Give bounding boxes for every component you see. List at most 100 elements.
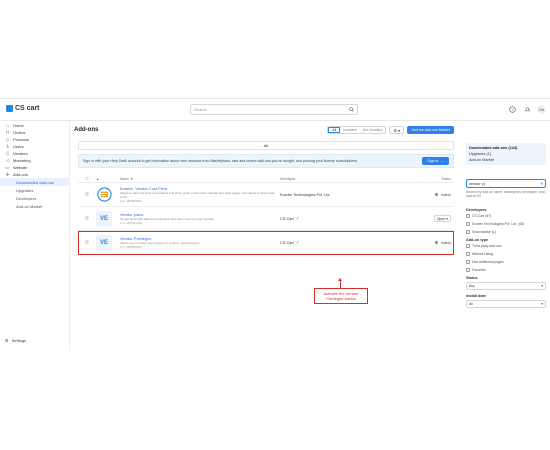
signin-notice: Sign in with your Help Desk account to g… xyxy=(78,154,454,168)
addon-name[interactable]: Vendor plans xyxy=(120,212,280,217)
cost-price-logo-icon xyxy=(96,187,112,202)
developer-name[interactable]: CS-Cart xyxy=(280,217,294,221)
sidebar-item-marketing[interactable]: ◁ Marketing xyxy=(0,157,69,164)
verified-check-icon: ✓ xyxy=(295,239,300,246)
bell-icon[interactable] xyxy=(523,105,532,114)
developer-name[interactable]: Ecarter Technologies Pvt. Ltd. xyxy=(280,193,330,197)
sidebar-item-users[interactable]: ♙ Users xyxy=(0,143,69,150)
sidebar-sub-developers[interactable]: Developers xyxy=(0,194,69,202)
gear-icon: ⚙ ▾ xyxy=(393,127,401,133)
global-search-input[interactable]: Search xyxy=(190,104,358,115)
category-filter-all[interactable]: All xyxy=(78,141,454,150)
filter-favorites[interactable]: Favorites xyxy=(466,266,546,274)
user-icon: ♙ xyxy=(5,144,10,149)
sidebar: ⌂ Home ⊓ Orders ◇ Products ♙ Users ♖ Vendors … xyxy=(0,121,70,351)
favorite-star-icon[interactable]: ☆ xyxy=(78,215,96,222)
logo-text: CS cart xyxy=(15,105,40,112)
svg-text:?: ? xyxy=(512,108,514,112)
help-icon[interactable]: ? xyxy=(508,105,517,114)
developer-name[interactable]: CS-Cart xyxy=(280,241,294,245)
favorite-star-icon[interactable]: ☆ xyxy=(78,191,96,198)
col-sort-icon[interactable]: ▲ xyxy=(96,177,120,181)
status-heading: Status xyxy=(466,275,478,280)
search-icon xyxy=(349,107,354,112)
filter-developer-ecarter[interactable]: Ecarter Technologies Pvt. Ltd. (48) xyxy=(466,220,546,228)
addon-logo: VE xyxy=(96,210,112,227)
view-addon-market[interactable]: Add-on Market xyxy=(469,157,543,163)
app-logo[interactable]: CS cart xyxy=(6,105,40,112)
sidebar-item-products[interactable]: ◇ Products xyxy=(0,136,69,143)
addon-name[interactable]: Vendor Privileges xyxy=(120,236,280,241)
segment-all[interactable]: All xyxy=(328,127,341,133)
filter-label: Favorites xyxy=(472,267,486,272)
addon-logo: VE xyxy=(96,234,112,251)
clear-icon[interactable]: ✕ xyxy=(540,181,543,186)
filter-label: Ecarter Technologies Pvt. Ltd. (48) xyxy=(472,221,524,226)
signin-button[interactable]: Sign in → xyxy=(422,157,449,165)
sidebar-item-label: Home xyxy=(13,123,24,128)
top-bar: CS cart Search ? GA xyxy=(0,99,550,121)
table-row[interactable]: ☆ VE Vendor plans Create plans with diff… xyxy=(78,207,454,231)
settings-dropdown-button[interactable]: ⚙ ▾ xyxy=(389,126,405,134)
addon-info: Vendor plans Create plans with different… xyxy=(120,212,280,226)
settings-label: Settings xyxy=(11,338,27,343)
house-icon: ⌂ xyxy=(6,123,9,128)
filter-developer-searchanise[interactable]: Searchanise (1) xyxy=(466,228,546,236)
open-dropdown-button[interactable]: Open ▾ xyxy=(433,215,451,222)
col-favorite-icon[interactable]: ☆ xyxy=(78,176,96,182)
table-header: ☆ ▲ Name ▼ Developer Status xyxy=(78,175,454,183)
table-row[interactable]: ☆ Ecarter: Vendor Cost Price Allows to a… xyxy=(78,183,454,207)
sidebar-item-label: Users xyxy=(13,144,24,149)
search-value: vendor p| xyxy=(469,181,485,186)
segment-not-installed[interactable]: Not installed xyxy=(360,127,386,133)
col-developer[interactable]: Developer xyxy=(280,177,416,181)
sidebar-item-home[interactable]: ⌂ Home xyxy=(0,122,69,129)
user-avatar[interactable]: GA xyxy=(537,105,546,114)
addon-description: Allows to add cost price for products an… xyxy=(120,190,275,199)
filter-additional-pages[interactable]: Has additional pages xyxy=(466,258,546,266)
sidebar-item-label: Products xyxy=(13,137,29,142)
login-icon: → xyxy=(440,159,444,163)
addon-status[interactable]: Active xyxy=(416,193,454,197)
status-select[interactable]: Any ▾ xyxy=(466,281,546,290)
filter-third-party[interactable]: Third-party add-ons xyxy=(466,242,546,250)
filter-label: Without rating xyxy=(472,251,493,256)
filter-without-rating[interactable]: Without rating xyxy=(466,250,546,258)
segment-installed[interactable]: Installed xyxy=(340,127,359,133)
view-list: Downloaded add-ons (124) Upgrades (1) Ad… xyxy=(466,143,546,165)
install-date-select[interactable]: All ▾ xyxy=(466,299,546,308)
sidebar-sub-addon-market[interactable]: Add-on Market xyxy=(0,202,69,210)
sidebar-sub-downloaded-addons[interactable]: Downloaded add-ons xyxy=(0,178,69,186)
sidebar-item-addons[interactable]: ✣ Add-ons xyxy=(0,171,69,178)
addon-developer: Ecarter Technologies Pvt. Ltd. xyxy=(280,193,416,197)
sidebar-item-website[interactable]: ▭ Website xyxy=(0,164,69,171)
callout-arrow-line xyxy=(340,280,341,288)
visit-market-button[interactable]: Visit the Add-ons Market xyxy=(407,126,454,134)
addon-status[interactable]: Active xyxy=(416,241,454,245)
search-hint: Search by add-on name, description, deve… xyxy=(466,190,545,199)
sidebar-item-settings[interactable]: ⚙ Settings xyxy=(5,338,26,343)
sidebar-sub-upgrades[interactable]: Upgrades xyxy=(0,186,69,194)
col-name[interactable]: Name ▼ xyxy=(120,177,280,181)
sidebar-item-label: Add-ons xyxy=(13,172,28,177)
addon-info: Ecarter: Vendor Cost Price Allows to add… xyxy=(120,186,280,203)
addon-info: Vendor Privileges Allows you to create u… xyxy=(120,236,280,250)
col-status[interactable]: Status xyxy=(416,177,454,181)
install-filter-segment: All Installed Not installed xyxy=(327,126,387,134)
filter-developer-cscart[interactable]: CS-Cart (57) xyxy=(466,212,546,220)
sidebar-item-vendors[interactable]: ♖ Vendors xyxy=(0,150,69,157)
signin-button-label: Sign in xyxy=(427,159,439,163)
favorite-star-icon[interactable]: ☆ xyxy=(78,239,96,246)
table-row-highlighted[interactable]: ☆ VE Vendor Privileges Allows you to cre… xyxy=(78,231,454,255)
search-placeholder: Search xyxy=(194,107,207,112)
addon-developer: CS-Cart ✓ xyxy=(280,216,416,222)
checkbox-icon xyxy=(466,221,470,226)
chevron-down-icon: ▾ xyxy=(541,283,543,288)
addon-search-input[interactable]: vendor p| ✕ xyxy=(466,179,546,188)
megaphone-icon: ◁ xyxy=(5,158,10,163)
addon-version: 1.0 • 28/05/2024 xyxy=(120,199,142,204)
page-title: Add-ons xyxy=(74,127,99,133)
tag-icon: ◇ xyxy=(5,137,10,142)
sidebar-item-orders[interactable]: ⊓ Orders xyxy=(0,129,69,136)
sidebar-item-label: Marketing xyxy=(13,158,31,163)
